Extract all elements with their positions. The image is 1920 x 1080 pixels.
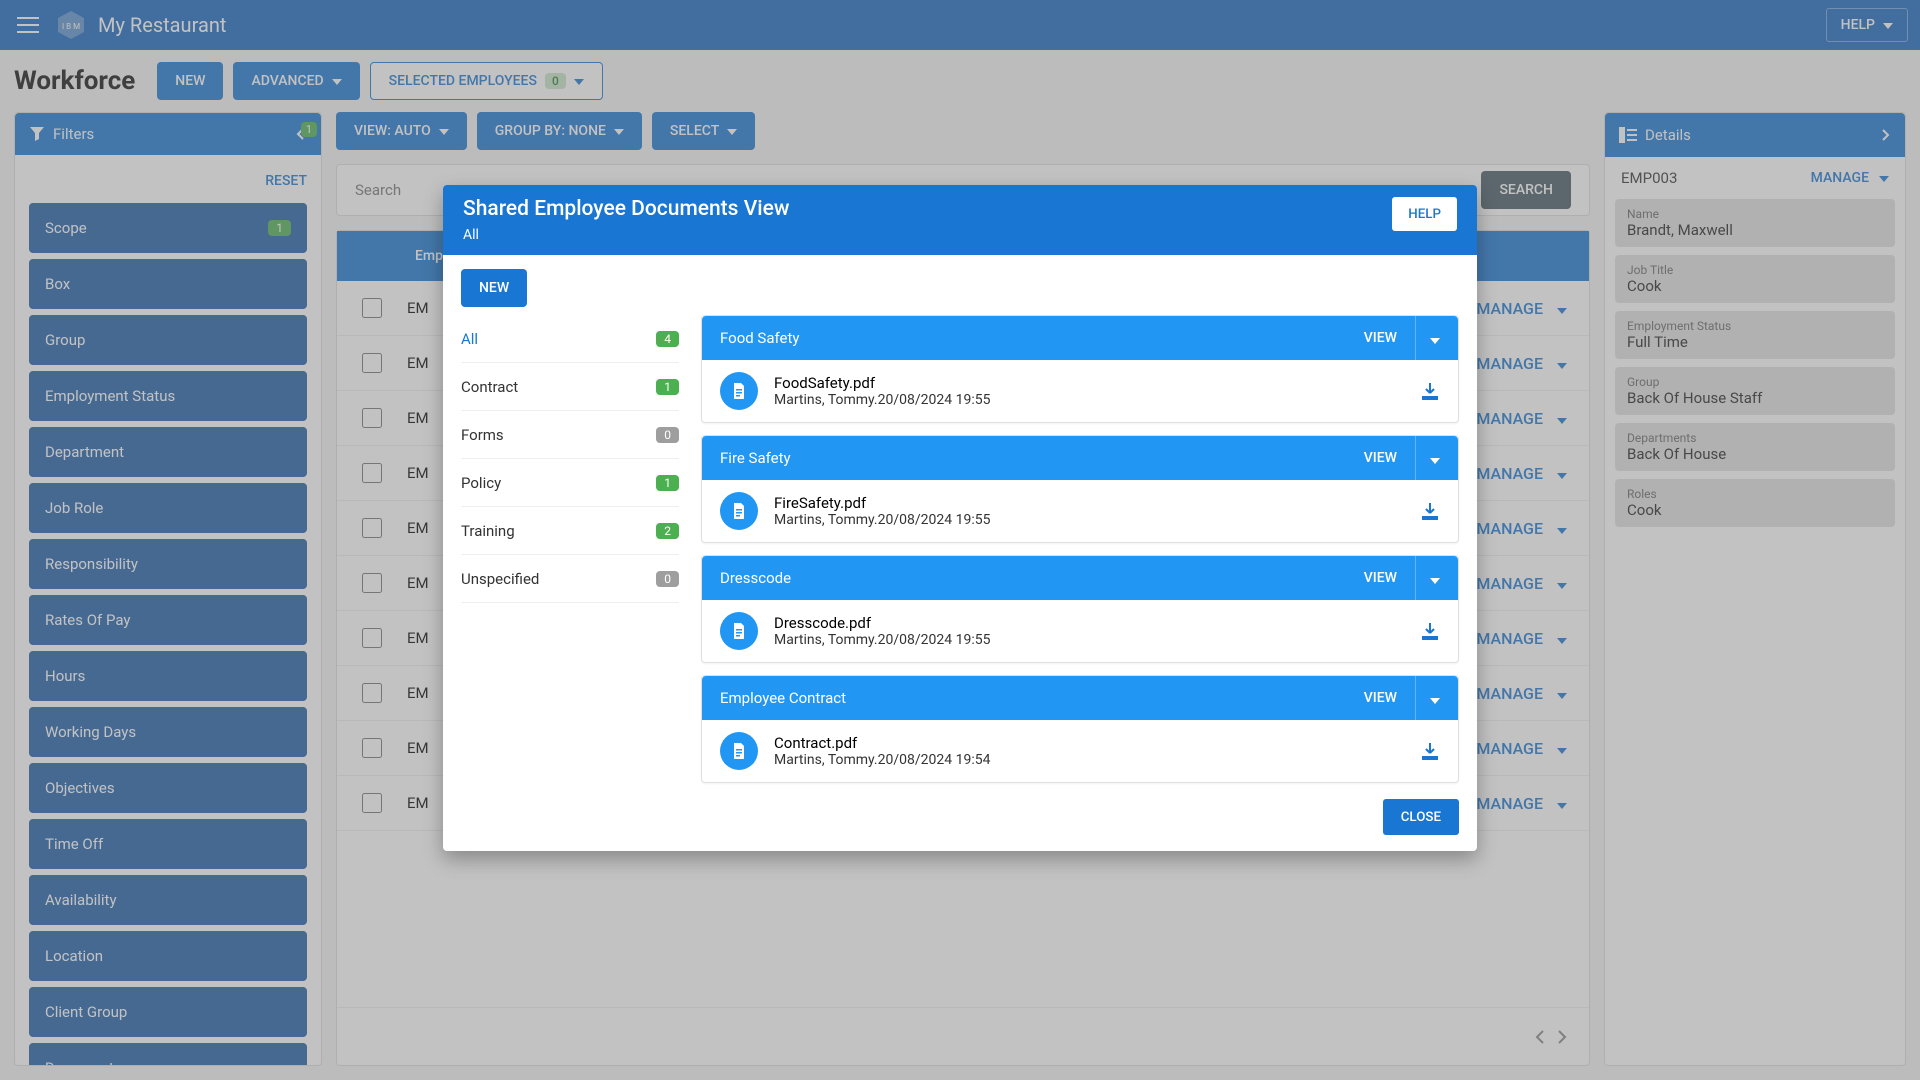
document-card-header: Fire Safety VIEW <box>702 436 1458 480</box>
view-button[interactable]: VIEW <box>1364 450 1397 466</box>
modal-title: Shared Employee Documents View <box>463 197 1392 221</box>
modal-subtitle: All <box>463 227 1392 243</box>
download-button[interactable] <box>1420 621 1440 641</box>
category-item[interactable]: Contract1 <box>461 363 679 411</box>
chevron-down-icon <box>1430 449 1440 468</box>
card-menu-button[interactable] <box>1415 676 1440 720</box>
document-card: Dresscode VIEW Dresscode.pdf Martins, To… <box>701 555 1459 663</box>
document-card: Fire Safety VIEW FireSafety.pdf Martins,… <box>701 435 1459 543</box>
download-button[interactable] <box>1420 741 1440 761</box>
document-card: Food Safety VIEW FoodSafety.pdf Martins,… <box>701 315 1459 423</box>
chevron-down-icon <box>1430 329 1440 348</box>
category-item[interactable]: Forms0 <box>461 411 679 459</box>
card-menu-button[interactable] <box>1415 556 1440 600</box>
document-filename: Dresscode.pdf <box>774 614 990 632</box>
document-meta: Martins, Tommy.20/08/2024 19:55 <box>774 512 990 528</box>
document-category: Food Safety <box>720 329 1364 347</box>
chevron-down-icon <box>1430 569 1440 588</box>
document-meta: Martins, Tommy.20/08/2024 19:54 <box>774 752 990 768</box>
category-count-badge: 0 <box>656 571 679 587</box>
modal-help-button[interactable]: HELP <box>1392 197 1457 231</box>
category-count-badge: 2 <box>656 523 679 539</box>
card-menu-button[interactable] <box>1415 316 1440 360</box>
category-count-badge: 0 <box>656 427 679 443</box>
category-count-badge: 4 <box>656 331 679 347</box>
modal-close-button[interactable]: CLOSE <box>1383 799 1459 835</box>
document-filename: FireSafety.pdf <box>774 494 990 512</box>
download-button[interactable] <box>1420 381 1440 401</box>
chevron-down-icon <box>1430 689 1440 708</box>
download-button[interactable] <box>1420 501 1440 521</box>
category-item[interactable]: All4 <box>461 315 679 363</box>
document-meta: Martins, Tommy.20/08/2024 19:55 <box>774 632 990 648</box>
documents-column: Food Safety VIEW FoodSafety.pdf Martins,… <box>701 315 1459 783</box>
document-category: Fire Safety <box>720 449 1364 467</box>
document-card-header: Dresscode VIEW <box>702 556 1458 600</box>
document-icon <box>720 492 758 530</box>
document-card: Employee Contract VIEW Contract.pdf Mart… <box>701 675 1459 783</box>
category-count-badge: 1 <box>656 475 679 491</box>
category-item[interactable]: Policy1 <box>461 459 679 507</box>
modal-header: Shared Employee Documents View All HELP <box>443 185 1477 255</box>
document-icon <box>720 372 758 410</box>
document-category: Employee Contract <box>720 689 1364 707</box>
document-category: Dresscode <box>720 569 1364 587</box>
category-item[interactable]: Unspecified0 <box>461 555 679 603</box>
document-icon <box>720 732 758 770</box>
document-card-header: Food Safety VIEW <box>702 316 1458 360</box>
modal-new-button[interactable]: NEW <box>461 269 527 307</box>
shared-documents-modal: Shared Employee Documents View All HELP … <box>443 185 1477 851</box>
document-filename: FoodSafety.pdf <box>774 374 990 392</box>
document-card-header: Employee Contract VIEW <box>702 676 1458 720</box>
view-button[interactable]: VIEW <box>1364 330 1397 346</box>
card-menu-button[interactable] <box>1415 436 1440 480</box>
category-list: All4Contract1Forms0Policy1Training2Unspe… <box>461 315 679 783</box>
view-button[interactable]: VIEW <box>1364 690 1397 706</box>
document-meta: Martins, Tommy.20/08/2024 19:55 <box>774 392 990 408</box>
category-item[interactable]: Training2 <box>461 507 679 555</box>
document-icon <box>720 612 758 650</box>
view-button[interactable]: VIEW <box>1364 570 1397 586</box>
category-count-badge: 1 <box>656 379 679 395</box>
modal-overlay: Shared Employee Documents View All HELP … <box>0 0 1920 1080</box>
document-filename: Contract.pdf <box>774 734 990 752</box>
